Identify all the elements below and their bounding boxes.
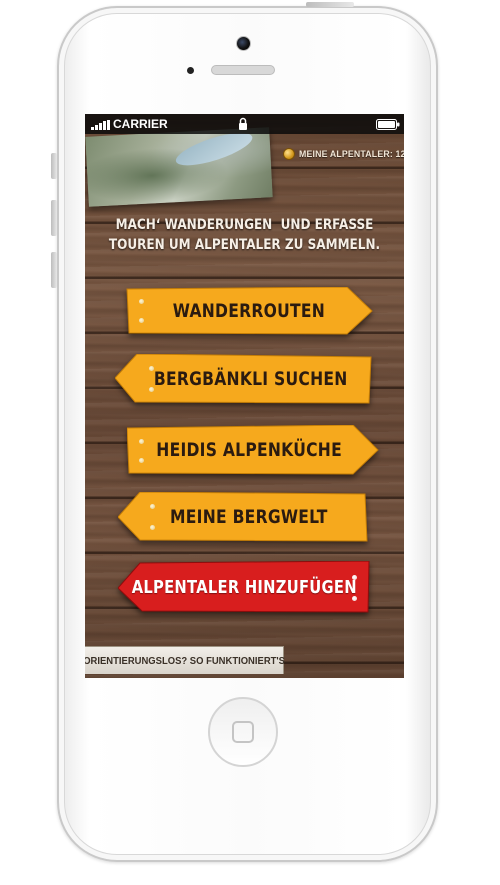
map-image <box>85 127 273 207</box>
proximity-sensor <box>187 67 194 74</box>
home-square-icon <box>232 721 254 743</box>
battery-icon <box>376 119 400 130</box>
lock-icon <box>239 117 247 130</box>
alpentaler-hinzufuegen-label: ALPENTALER HINZUFÜGEN <box>131 576 357 598</box>
volume-down-button <box>51 252 57 288</box>
heidis-alpenkueche-button[interactable]: HEIDIS ALPENKÜCHE <box>127 425 379 475</box>
help-label: ORIENTIERUNGSLOS? SO FUNKTIONIERT'S <box>85 654 285 667</box>
sign-nail <box>150 504 155 509</box>
coin-balance: MEINE ALPENTALER: 123 <box>283 146 404 162</box>
help-button[interactable]: ORIENTIERUNGSLOS? SO FUNKTIONIERT'S <box>85 646 285 674</box>
home-button[interactable] <box>208 697 278 767</box>
intro-text: MACH‘ WANDERUNGEN UND ERFASSE TOUREN UM … <box>107 215 381 255</box>
coin-balance-text: MEINE ALPENTALER: 123 <box>299 148 404 160</box>
carrier-label: CARRIER <box>113 117 168 131</box>
power-button <box>306 2 354 7</box>
heidis-alpenkueche-label: HEIDIS ALPENKÜCHE <box>156 439 342 461</box>
app-screen: CARRIER MEINE ALPENTALER: 123 MACH‘ WAND… <box>85 114 404 678</box>
sign-nail <box>139 318 144 323</box>
wanderrouten-label: WANDERROUTEN <box>172 300 326 322</box>
bergbaenkli-suchen-button[interactable]: BERGBÄNKLI SUCHEN <box>115 354 373 404</box>
sign-nail <box>139 458 144 463</box>
alpentaler-hinzufuegen-button[interactable]: ALPENTALER HINZUFÜGEN <box>118 561 370 613</box>
meine-bergwelt-label: MEINE BERGWELT <box>169 506 328 528</box>
bergbaenkli-suchen-label: BERGBÄNKLI SUCHEN <box>153 368 348 390</box>
meine-bergwelt-button[interactable]: MEINE BERGWELT <box>118 492 368 542</box>
sign-nail <box>150 525 155 530</box>
intro-line-1: MACH‘ WANDERUNGEN UND ERFASSE <box>115 217 374 233</box>
signal-icon <box>91 120 110 130</box>
sign-nail <box>139 439 144 444</box>
intro-line-2: TOUREN UM ALPENTALER ZU SAMMELN. <box>108 237 381 253</box>
coin-icon <box>283 148 295 160</box>
volume-up-button <box>51 200 57 236</box>
earpiece-speaker <box>211 65 275 75</box>
front-camera <box>236 36 251 51</box>
status-bar: CARRIER <box>85 114 404 134</box>
wanderrouten-button[interactable]: WANDERROUTEN <box>125 287 373 335</box>
sign-nail <box>139 299 144 304</box>
mute-switch <box>51 153 57 179</box>
